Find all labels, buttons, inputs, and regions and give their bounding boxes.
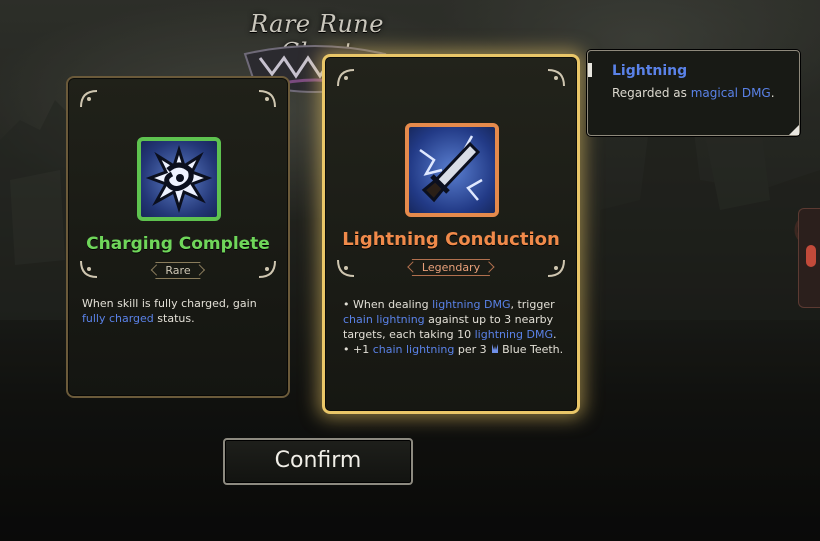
ornament-corner-icon — [545, 257, 567, 279]
ornament-corner-icon — [256, 88, 278, 110]
keyword-chain-lightning[interactable]: chain lightning — [373, 343, 455, 356]
rune-card-charging-complete[interactable]: Charging Complete Rare When skill is ful… — [66, 76, 290, 398]
tooltip-text-part: . — [770, 86, 775, 100]
card-description: When skill is fully charged, gain fully … — [82, 296, 278, 326]
keyword-magical-dmg: magical DMG — [690, 86, 771, 100]
blue-teeth-icon — [491, 343, 499, 353]
ornament-corner-icon — [335, 257, 357, 279]
ornament-corner-icon — [78, 88, 100, 110]
desc-text: When skill is fully charged, gain — [82, 297, 257, 310]
confirm-button[interactable]: Confirm — [223, 438, 413, 485]
desc-text: • +1 — [343, 343, 373, 356]
desc-text: status. — [153, 312, 195, 325]
keyword-lightning-dmg[interactable]: lightning DMG — [475, 328, 553, 341]
tooltip-marker — [588, 63, 592, 77]
desc-text: per 3 — [454, 343, 491, 356]
desc-text: . — [552, 328, 557, 341]
desc-text: • When dealing — [343, 298, 433, 311]
lightning-dagger-rune-icon — [405, 123, 499, 217]
keyword-chain-lightning[interactable]: chain lightning — [343, 313, 425, 326]
tooltip-corner-marker — [789, 125, 799, 135]
keyword-fully-charged[interactable]: fully charged — [82, 312, 154, 325]
side-indicator — [806, 245, 816, 267]
lightning-burst-rune-icon — [137, 137, 221, 221]
card-name: Lightning Conduction — [342, 229, 560, 250]
desc-line-2: • +1 chain lightning per 3 Blue Teeth. — [343, 342, 567, 357]
ornament-corner-icon — [256, 258, 278, 280]
tooltip-text-part: Regarded as — [612, 86, 691, 100]
desc-text: , trigger — [510, 298, 555, 311]
rune-card-lightning-conduction[interactable]: Lightning Conduction Legendary • When de… — [322, 54, 580, 414]
desc-text: Blue Teeth. — [502, 343, 564, 356]
card-name: Charging Complete — [86, 234, 270, 254]
ornament-corner-icon — [545, 67, 567, 89]
chest-title: Rare Rune Chest — [250, 10, 384, 66]
ornament-corner-icon — [335, 67, 357, 89]
tooltip-title: Lightning — [612, 63, 688, 79]
ornament-corner-icon — [78, 258, 100, 280]
keyword-lightning-dmg[interactable]: lightning DMG — [432, 298, 510, 311]
keyword-tooltip: Lightning Regarded as magical DMG. — [587, 50, 800, 136]
rarity-tag: Rare — [155, 262, 201, 279]
rarity-tag: Legendary — [411, 259, 491, 276]
desc-line-1: • When dealing lightning DMG, trigger ch… — [343, 297, 567, 342]
card-description: • When dealing lightning DMG, trigger ch… — [343, 297, 567, 357]
tooltip-text: Regarded as magical DMG. — [612, 85, 787, 101]
